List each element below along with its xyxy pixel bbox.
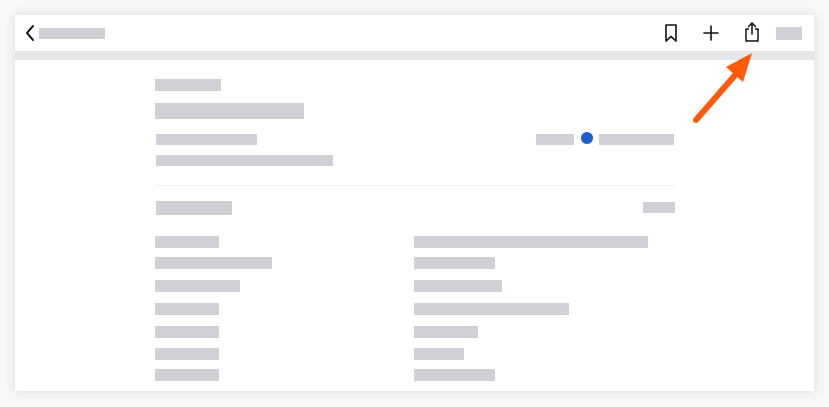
toolbar-divider bbox=[15, 51, 814, 60]
share-icon[interactable] bbox=[743, 21, 761, 43]
app-window bbox=[15, 15, 814, 391]
detail-label-4 bbox=[155, 303, 219, 315]
detail-value-3 bbox=[414, 280, 502, 292]
meta-line-1-placeholder bbox=[156, 134, 257, 145]
detail-value-7 bbox=[414, 369, 495, 381]
detail-value-6 bbox=[414, 348, 464, 360]
detail-label-5 bbox=[155, 326, 219, 338]
section-title-placeholder bbox=[156, 201, 232, 215]
meta-line-2-placeholder bbox=[156, 155, 333, 166]
detail-label-1 bbox=[155, 236, 219, 248]
toolbar-menu-placeholder[interactable] bbox=[776, 27, 802, 40]
page-title-placeholder bbox=[155, 103, 304, 119]
bookmark-icon[interactable] bbox=[664, 23, 678, 43]
detail-label-3 bbox=[155, 280, 240, 292]
status-label-placeholder bbox=[536, 134, 574, 145]
section-divider bbox=[155, 185, 675, 186]
top-toolbar bbox=[15, 15, 814, 51]
detail-label-7 bbox=[155, 369, 219, 381]
back-label-placeholder[interactable] bbox=[39, 28, 105, 39]
header-kicker-placeholder bbox=[155, 79, 221, 91]
plus-icon[interactable] bbox=[703, 25, 719, 41]
chevron-left-icon[interactable] bbox=[24, 24, 36, 42]
detail-label-2 bbox=[155, 257, 272, 269]
detail-value-5 bbox=[414, 326, 478, 338]
detail-value-1 bbox=[414, 236, 648, 248]
status-value-placeholder bbox=[599, 134, 674, 145]
status-dot bbox=[581, 132, 593, 144]
detail-value-2 bbox=[414, 257, 495, 269]
detail-value-4 bbox=[414, 303, 569, 315]
section-action-placeholder[interactable] bbox=[643, 202, 675, 213]
detail-label-6 bbox=[155, 348, 219, 360]
